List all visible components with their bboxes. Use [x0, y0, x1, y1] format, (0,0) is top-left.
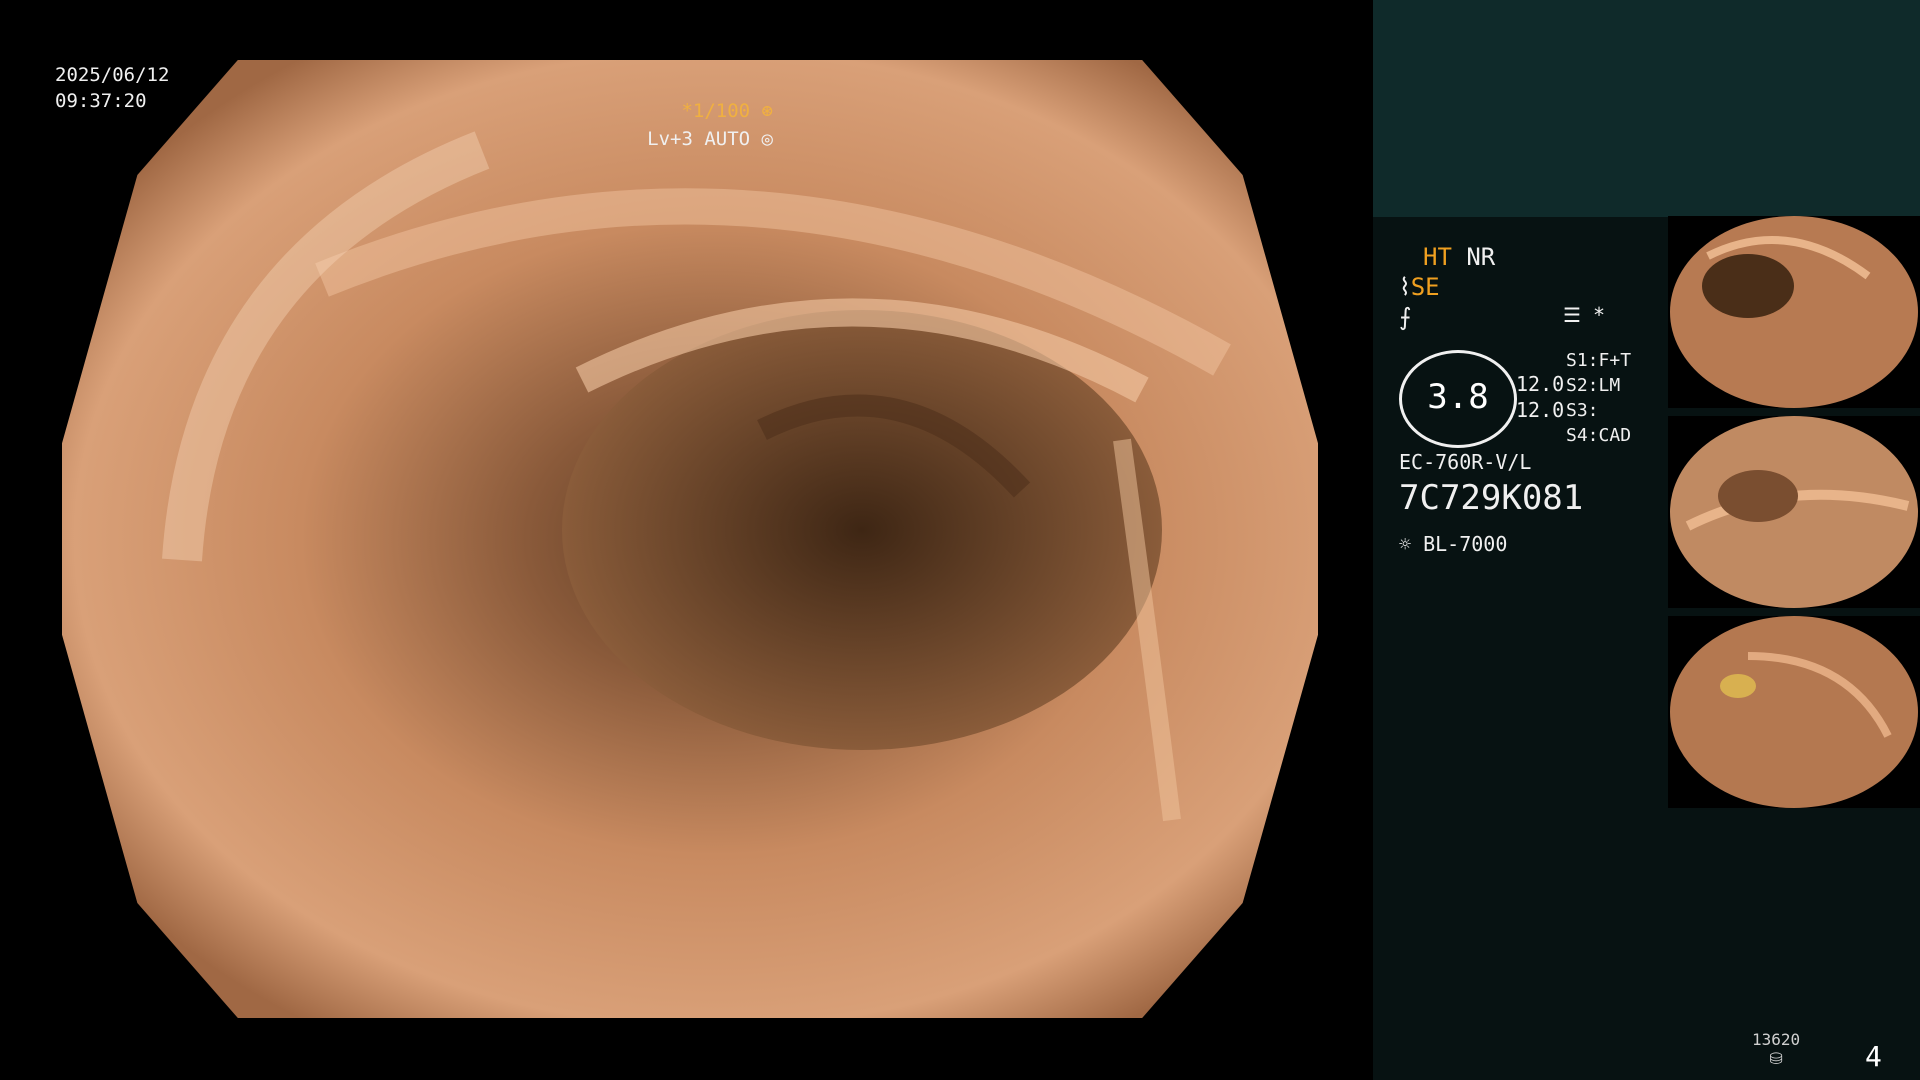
value-2: 12.0: [1516, 398, 1565, 422]
endoscope-viewport: 2025/06/12 09:37:20 *1/100 ⊛ Lv+3 AUTO ◎: [0, 0, 1373, 1080]
gauge-value: 3.8: [1427, 377, 1489, 417]
aperture-icon: ⊛: [761, 100, 773, 122]
shutter-display: *1/100 ⊛: [681, 98, 773, 124]
thumbnail-3[interactable]: [1668, 616, 1920, 808]
date-time-display: 2025/06/12 09:37:20: [55, 62, 169, 114]
thumbnail-2[interactable]: [1668, 416, 1920, 608]
s1-row: S1:F+T: [1566, 350, 1631, 371]
shutter-text: *1/100: [681, 100, 751, 122]
nr-label: NR: [1466, 243, 1496, 271]
thumbnail-1[interactable]: [1668, 216, 1920, 408]
storage-icon: ⛁: [1769, 1049, 1783, 1068]
s1-value: F+T: [1598, 350, 1632, 371]
time-text: 09:37:20: [55, 90, 147, 112]
s3-label: S3:: [1566, 400, 1599, 421]
panel-header-area: [1373, 0, 1920, 217]
endoscopic-image: [62, 60, 1318, 1018]
s3-row: S3:: [1566, 400, 1599, 421]
menu-icon: ☰: [1563, 303, 1581, 327]
value-1: 12.0: [1516, 372, 1565, 396]
ht-nr-row: HT NR: [1423, 243, 1495, 271]
s1-label: S1:: [1566, 350, 1599, 371]
scope-serial: 7C729K081: [1399, 478, 1584, 518]
gauge: 3.8: [1399, 350, 1517, 448]
image-counter: 13620 ⛁: [1752, 1030, 1800, 1068]
se-label: SE: [1410, 273, 1440, 301]
light-source-row: ☼ BL-7000: [1399, 532, 1507, 556]
asterisk-icon: *: [1592, 303, 1606, 327]
light-source-text: BL-7000: [1423, 532, 1508, 556]
s2-row: S2:LM: [1566, 375, 1620, 396]
light-icon: ☼: [1399, 532, 1412, 556]
s2-label: S2:: [1566, 375, 1599, 396]
iris-icon: ◎: [761, 128, 773, 150]
s2-value: LM: [1598, 375, 1621, 396]
page-number: 4: [1865, 1040, 1882, 1073]
info-panel: HT NR ⌇SE ⨍ ☰ * 3.8 12.0 12.0 S1:F+T S2:…: [1373, 0, 1920, 1080]
thumbnail-list: [1668, 216, 1920, 816]
s4-row: S4:CAD: [1566, 425, 1631, 446]
settings-icons: ☰ *: [1563, 303, 1605, 327]
structure-icon: ⌇: [1399, 273, 1411, 301]
s4-label: S4:: [1566, 425, 1599, 446]
se-row: ⌇SE: [1399, 273, 1440, 301]
freeze-icon: ⨍: [1399, 303, 1412, 331]
date-text: 2025/06/12: [55, 64, 170, 86]
scope-model: EC-760R-V/L: [1399, 450, 1532, 474]
level-text: Lv+3 AUTO: [647, 128, 751, 150]
counter-text: 13620: [1752, 1030, 1801, 1049]
s4-value: CAD: [1598, 425, 1632, 446]
level-display: Lv+3 AUTO ◎: [647, 126, 773, 152]
ht-label: HT: [1423, 243, 1452, 271]
